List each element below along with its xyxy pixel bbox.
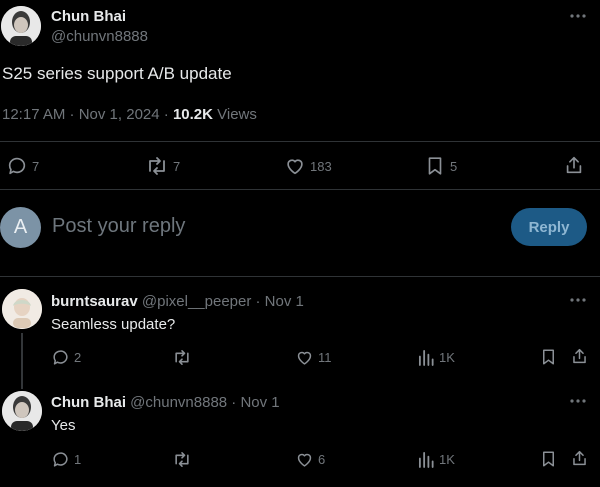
views-label: Views [212, 106, 257, 123]
bookmark-action[interactable] [539, 347, 558, 367]
divider [0, 141, 600, 142]
reply-icon [51, 450, 70, 469]
repost-action[interactable] [172, 348, 192, 367]
bookmark-action[interactable]: 5 [424, 155, 457, 177]
analytics-icon [418, 348, 435, 367]
like-count: 11 [318, 350, 332, 365]
like-count: 183 [310, 158, 332, 174]
share-action[interactable] [570, 346, 589, 366]
author-avatar[interactable] [1, 6, 41, 46]
heart-icon [284, 155, 306, 177]
reply-count: 2 [74, 350, 82, 365]
bookmark-count: 5 [450, 158, 458, 174]
reply-header: Chun Bhai @chunvn8888 · Nov 1 [51, 394, 280, 411]
repost-action[interactable] [172, 450, 192, 469]
reply-button[interactable]: Reply [511, 208, 587, 246]
reply-action[interactable]: 1 [51, 450, 81, 469]
views-count: 10.2K [172, 106, 213, 123]
reply-header: burntsaurav @pixel__peeper · Nov 1 [51, 293, 304, 310]
reply-text: Seamless update? [51, 316, 176, 333]
reply-author-handle[interactable]: @pixel__peeper · Nov 1 [142, 293, 304, 310]
reply-icon [6, 155, 28, 177]
reply-action[interactable]: 7 [6, 155, 39, 177]
views-action[interactable]: 1K [418, 348, 455, 367]
more-options-icon[interactable] [568, 12, 588, 20]
share-icon [570, 346, 589, 366]
bookmark-icon [539, 347, 558, 367]
reply-author-handle[interactable]: @chunvn8888 · Nov 1 [130, 394, 279, 411]
share-action[interactable] [563, 154, 585, 176]
share-icon [570, 448, 589, 468]
like-action[interactable]: 11 [295, 348, 332, 367]
thread-line [21, 333, 23, 389]
post-text: S25 series support A/B update [2, 64, 232, 83]
views-action[interactable]: 1K [418, 450, 455, 469]
heart-icon [295, 348, 314, 367]
reply-text: Yes [51, 417, 76, 434]
views-count: 1K [439, 350, 455, 365]
share-action[interactable] [570, 448, 589, 468]
analytics-icon [418, 450, 435, 469]
reply-count: 7 [32, 158, 40, 174]
compose-avatar[interactable]: A [0, 207, 41, 248]
more-options-icon[interactable] [568, 397, 588, 405]
reply-count: 1 [74, 452, 82, 467]
repost-icon [145, 155, 169, 177]
reply-author-name[interactable]: burntsaurav [51, 293, 138, 310]
repost-icon [172, 450, 192, 469]
more-options-icon[interactable] [568, 296, 588, 304]
repost-action[interactable]: 7 [145, 155, 180, 177]
repost-icon [172, 348, 192, 367]
divider [0, 276, 600, 277]
reply-input-placeholder: Post your reply [52, 215, 186, 237]
reply-author-name[interactable]: Chun Bhai [51, 394, 126, 411]
bookmark-icon [539, 449, 558, 469]
bookmark-icon [424, 155, 446, 177]
like-action[interactable]: 6 [295, 450, 325, 469]
like-action[interactable]: 183 [284, 155, 332, 177]
post-author-handle[interactable]: @chunvn8888 [51, 28, 148, 45]
share-icon [563, 154, 585, 176]
reply-icon [51, 348, 70, 367]
compose-avatar-letter: A [13, 216, 28, 238]
views-count: 1K [439, 452, 455, 467]
reply-action[interactable]: 2 [51, 348, 81, 367]
repost-count: 7 [173, 158, 181, 174]
post-author-name[interactable]: Chun Bhai [51, 8, 126, 25]
like-count: 6 [318, 452, 326, 467]
reply-avatar[interactable] [2, 289, 42, 329]
reply-avatar[interactable] [2, 391, 42, 431]
post-timestamp[interactable]: 12:17 AM · Nov 1, 2024 · [2, 106, 173, 123]
divider [0, 189, 600, 190]
heart-icon [295, 450, 314, 469]
bookmark-action[interactable] [539, 449, 558, 469]
post-meta: 12:17 AM · Nov 1, 2024 · 10.2K Views [2, 106, 257, 123]
reply-input[interactable]: Post your reply [52, 215, 185, 238]
